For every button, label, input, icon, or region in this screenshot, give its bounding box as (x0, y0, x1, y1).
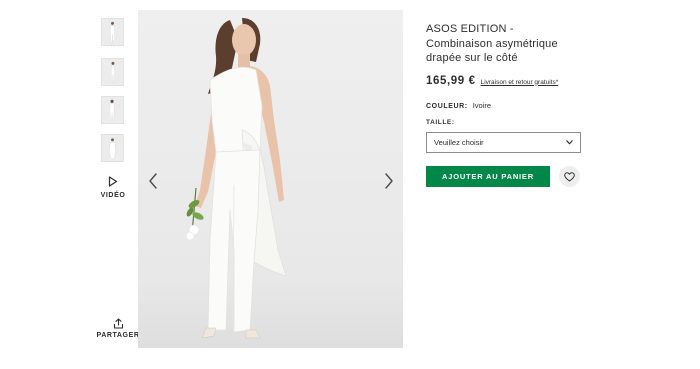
product-title-line-1: ASOS EDITION - (426, 23, 514, 35)
size-select[interactable]: Veuillez choisir (426, 132, 581, 153)
size-label: TAILLE: (426, 119, 455, 126)
price-row: 165,99 € Livraison et retour gratuits* (426, 75, 586, 87)
add-to-bag-button[interactable]: AJOUTER AU PANIER (426, 166, 550, 187)
product-info: ASOS EDITION - Combinaison asymétrique d… (426, 22, 586, 110)
size-select-value: Veuillez choisir (434, 138, 484, 147)
model-back-view-thumbnail-icon (102, 97, 123, 123)
model-side-view-thumbnail-icon (102, 59, 123, 85)
product-title-line-3: drapée sur le côté (426, 52, 518, 64)
previous-image-button[interactable] (144, 170, 162, 192)
model-detail-thumbnail-icon (102, 135, 123, 161)
color-label: COULEUR: (426, 102, 468, 110)
chevron-right-icon (385, 173, 393, 189)
product-price: 165,99 € (426, 74, 476, 87)
save-for-later-button[interactable] (559, 166, 580, 187)
next-image-button[interactable] (380, 170, 398, 192)
play-icon (108, 176, 118, 187)
heart-icon (564, 171, 575, 182)
video-label: VIDÉO (100, 192, 126, 199)
thumbnail-1[interactable] (101, 18, 124, 46)
thumbnail-4[interactable] (101, 134, 124, 162)
chevron-down-icon (566, 140, 573, 145)
share-label: PARTAGER (96, 332, 140, 339)
shipping-returns-link[interactable]: Livraison et retour gratuits* (481, 79, 559, 86)
product-title: ASOS EDITION - Combinaison asymétrique d… (426, 22, 586, 66)
product-title-line-2: Combinaison asymétrique (426, 37, 558, 50)
thumbnail-2[interactable] (101, 58, 124, 86)
main-product-image[interactable] (138, 10, 403, 348)
chevron-left-icon (149, 173, 157, 189)
share-icon (113, 318, 123, 329)
video-button[interactable]: VIDÉO (100, 176, 126, 199)
share-button[interactable]: PARTAGER (96, 318, 140, 339)
color-row: COULEUR: Ivoire (426, 101, 586, 110)
model-photo (138, 10, 403, 348)
thumbnail-3[interactable] (101, 96, 124, 124)
model-full-body-thumbnail-icon (102, 19, 123, 45)
color-value: Ivoire (472, 100, 492, 110)
